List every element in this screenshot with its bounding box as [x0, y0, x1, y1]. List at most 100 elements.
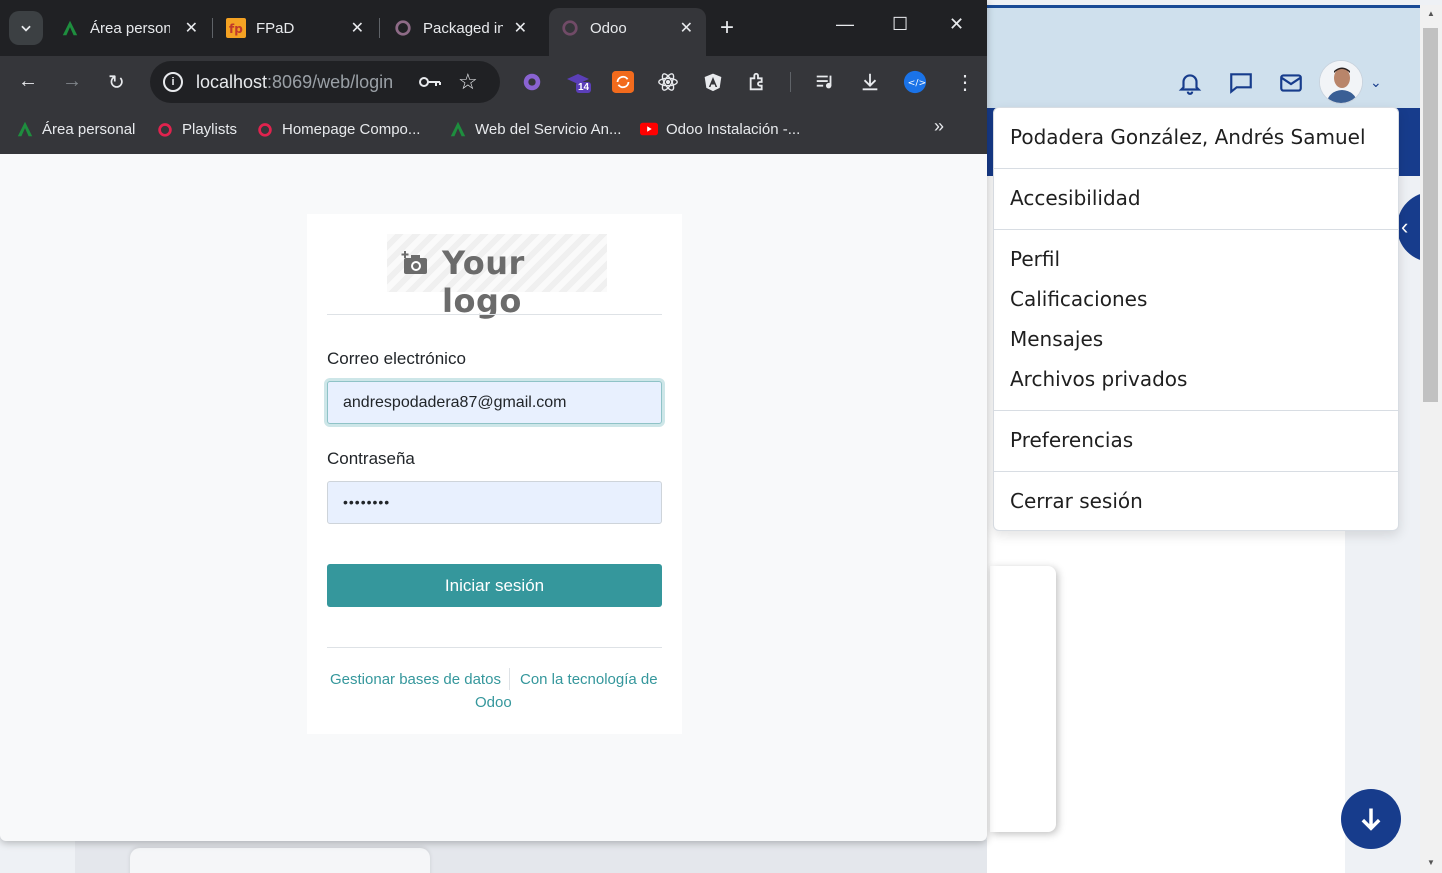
menu-item-accesibilidad[interactable]: Accesibilidad: [1010, 186, 1141, 210]
bookmark-homepage-compo[interactable]: Homepage Compo...: [256, 120, 420, 138]
menu-item-cerrar-sesion[interactable]: Cerrar sesión: [1010, 489, 1143, 513]
svg-text:</>: </>: [908, 78, 927, 89]
tab-fpad[interactable]: fp FPaD ✕: [226, 8, 364, 48]
media-controls-icon[interactable]: [813, 70, 837, 94]
odoo-circle-icon: [393, 18, 413, 38]
tab-separator: [379, 18, 380, 38]
footer-divider: [327, 647, 662, 648]
bell-icon[interactable]: [1177, 70, 1203, 96]
menu-divider: [994, 471, 1398, 472]
close-icon[interactable]: ✕: [185, 18, 198, 38]
extensions-puzzle-icon[interactable]: [746, 70, 770, 94]
tab-label: Packaged inst: [423, 19, 503, 37]
close-icon[interactable]: ✕: [680, 18, 693, 38]
tab-odoo[interactable]: Odoo ✕: [560, 8, 693, 48]
svg-text:fp: fp: [229, 22, 243, 36]
menu-divider: [994, 410, 1398, 411]
bookmark-web-servicio[interactable]: Web del Servicio An...: [449, 120, 621, 138]
menu-divider: [994, 168, 1398, 169]
user-menu-dropdown: Podadera González, Andrés Samuel Accesib…: [993, 107, 1399, 531]
menu-item-preferencias[interactable]: Preferencias: [1010, 428, 1133, 452]
graduation-cap-extension-icon[interactable]: 14: [566, 70, 592, 94]
forward-arrow-icon[interactable]: →: [62, 70, 82, 93]
login-button[interactable]: Iniciar sesión: [327, 564, 662, 607]
reload-icon[interactable]: ↻: [108, 70, 125, 95]
mail-icon[interactable]: [1278, 70, 1304, 96]
chevron-down-icon: [21, 25, 31, 32]
gear-extension-icon[interactable]: [520, 70, 544, 94]
tab-label: Área personal: [90, 19, 170, 37]
bookmark-label: Área personal: [42, 120, 136, 138]
url-text[interactable]: localhost:8069/web/login: [196, 72, 393, 93]
company-logo: Your logo: [387, 234, 607, 320]
menu-item-perfil[interactable]: Perfil: [1010, 247, 1060, 271]
back-arrow-icon[interactable]: ←: [18, 70, 38, 93]
background-card: [130, 848, 430, 873]
react-extension-icon[interactable]: [656, 70, 680, 94]
menu-item-calificaciones[interactable]: Calificaciones: [1010, 287, 1147, 311]
moodle-a-icon: [16, 120, 34, 138]
login-card: Your logo Correo electrónico andrespodad…: [307, 214, 682, 734]
chevron-left-icon: ‹: [1401, 214, 1409, 239]
bookmark-label: Odoo Instalación -...: [666, 120, 801, 138]
menu-item-archivos-privados[interactable]: Archivos privados: [1010, 367, 1187, 391]
minimize-icon[interactable]: —: [836, 14, 854, 35]
sync-extension-icon[interactable]: [611, 70, 635, 94]
content-card: [990, 566, 1056, 832]
window-close-icon[interactable]: ✕: [949, 14, 964, 35]
bookmark-label: Web del Servicio An...: [475, 120, 622, 138]
extension-badge: 14: [576, 82, 592, 93]
email-field[interactable]: andrespodadera87@gmail.com: [327, 381, 662, 424]
scroll-up-arrow-icon[interactable]: ▲: [1427, 9, 1435, 18]
password-label: Contraseña: [327, 449, 415, 468]
kebab-menu-icon[interactable]: ⋮: [955, 70, 975, 95]
site-info-icon[interactable]: i: [163, 72, 183, 92]
odoo-link[interactable]: Odoo: [475, 694, 512, 711]
manage-databases-link[interactable]: Gestionar bases de datos: [330, 671, 501, 688]
logo-text: Your logo: [442, 244, 525, 320]
footer-separator: [509, 668, 510, 690]
angular-extension-icon[interactable]: [701, 70, 725, 94]
camera-plus-icon: [401, 251, 427, 274]
bookmark-odoo-instalacion[interactable]: Odoo Instalación -...: [640, 120, 800, 138]
key-icon[interactable]: [418, 73, 442, 91]
moodle-a-icon: [449, 120, 467, 138]
bookmarks-bar: Área personal Playlists Homepage Compo..…: [0, 108, 987, 154]
tab-separator: [212, 18, 213, 38]
user-menu-name[interactable]: Podadera González, Andrés Samuel: [1010, 125, 1366, 149]
maximize-icon[interactable]: ☐: [892, 14, 908, 35]
password-field[interactable]: ••••••••: [327, 481, 662, 524]
url-path: :8069/web/login: [267, 72, 394, 92]
logo-divider: [327, 314, 662, 315]
tab-search-button[interactable]: [9, 11, 43, 45]
odoo-circle-icon: [560, 18, 580, 38]
chevron-down-icon[interactable]: ⌄: [1370, 74, 1382, 91]
menu-item-mensajes[interactable]: Mensajes: [1010, 327, 1103, 351]
bookmark-area-personal[interactable]: Área personal: [16, 120, 135, 138]
chat-icon[interactable]: [1228, 70, 1254, 96]
close-icon[interactable]: ✕: [514, 18, 527, 38]
double-chevron-right-icon[interactable]: »: [934, 116, 944, 137]
code-extension-icon[interactable]: </>: [903, 70, 927, 94]
user-avatar[interactable]: [1319, 60, 1363, 104]
download-icon[interactable]: [858, 70, 882, 94]
youtube-icon: [640, 120, 658, 138]
moodle-a-icon: [60, 18, 80, 38]
bookmark-star-icon[interactable]: ☆: [458, 69, 478, 95]
scrollbar-thumb[interactable]: [1423, 28, 1438, 402]
user-photo-icon: [1320, 61, 1362, 103]
tab-area-personal[interactable]: Área personal ✕: [60, 8, 198, 48]
address-bar[interactable]: i localhost:8069/web/login ☆: [150, 61, 500, 103]
new-tab-plus-icon[interactable]: +: [720, 14, 734, 42]
tab-label: FPaD: [256, 19, 295, 37]
menu-divider: [994, 229, 1398, 230]
scroll-down-arrow-icon[interactable]: ▼: [1427, 858, 1435, 867]
close-icon[interactable]: ✕: [351, 18, 364, 38]
scroll-down-button[interactable]: [1341, 789, 1401, 849]
fpad-icon: fp: [226, 18, 246, 38]
tab-packaged-install[interactable]: Packaged inst ✕: [393, 8, 527, 48]
bookmark-playlists[interactable]: Playlists: [156, 120, 237, 138]
bookmark-label: Homepage Compo...: [282, 120, 421, 138]
email-label: Correo electrónico: [327, 349, 466, 368]
browser-toolbar: ← → ↻ i localhost:8069/web/login ☆ 14 </…: [0, 56, 987, 108]
